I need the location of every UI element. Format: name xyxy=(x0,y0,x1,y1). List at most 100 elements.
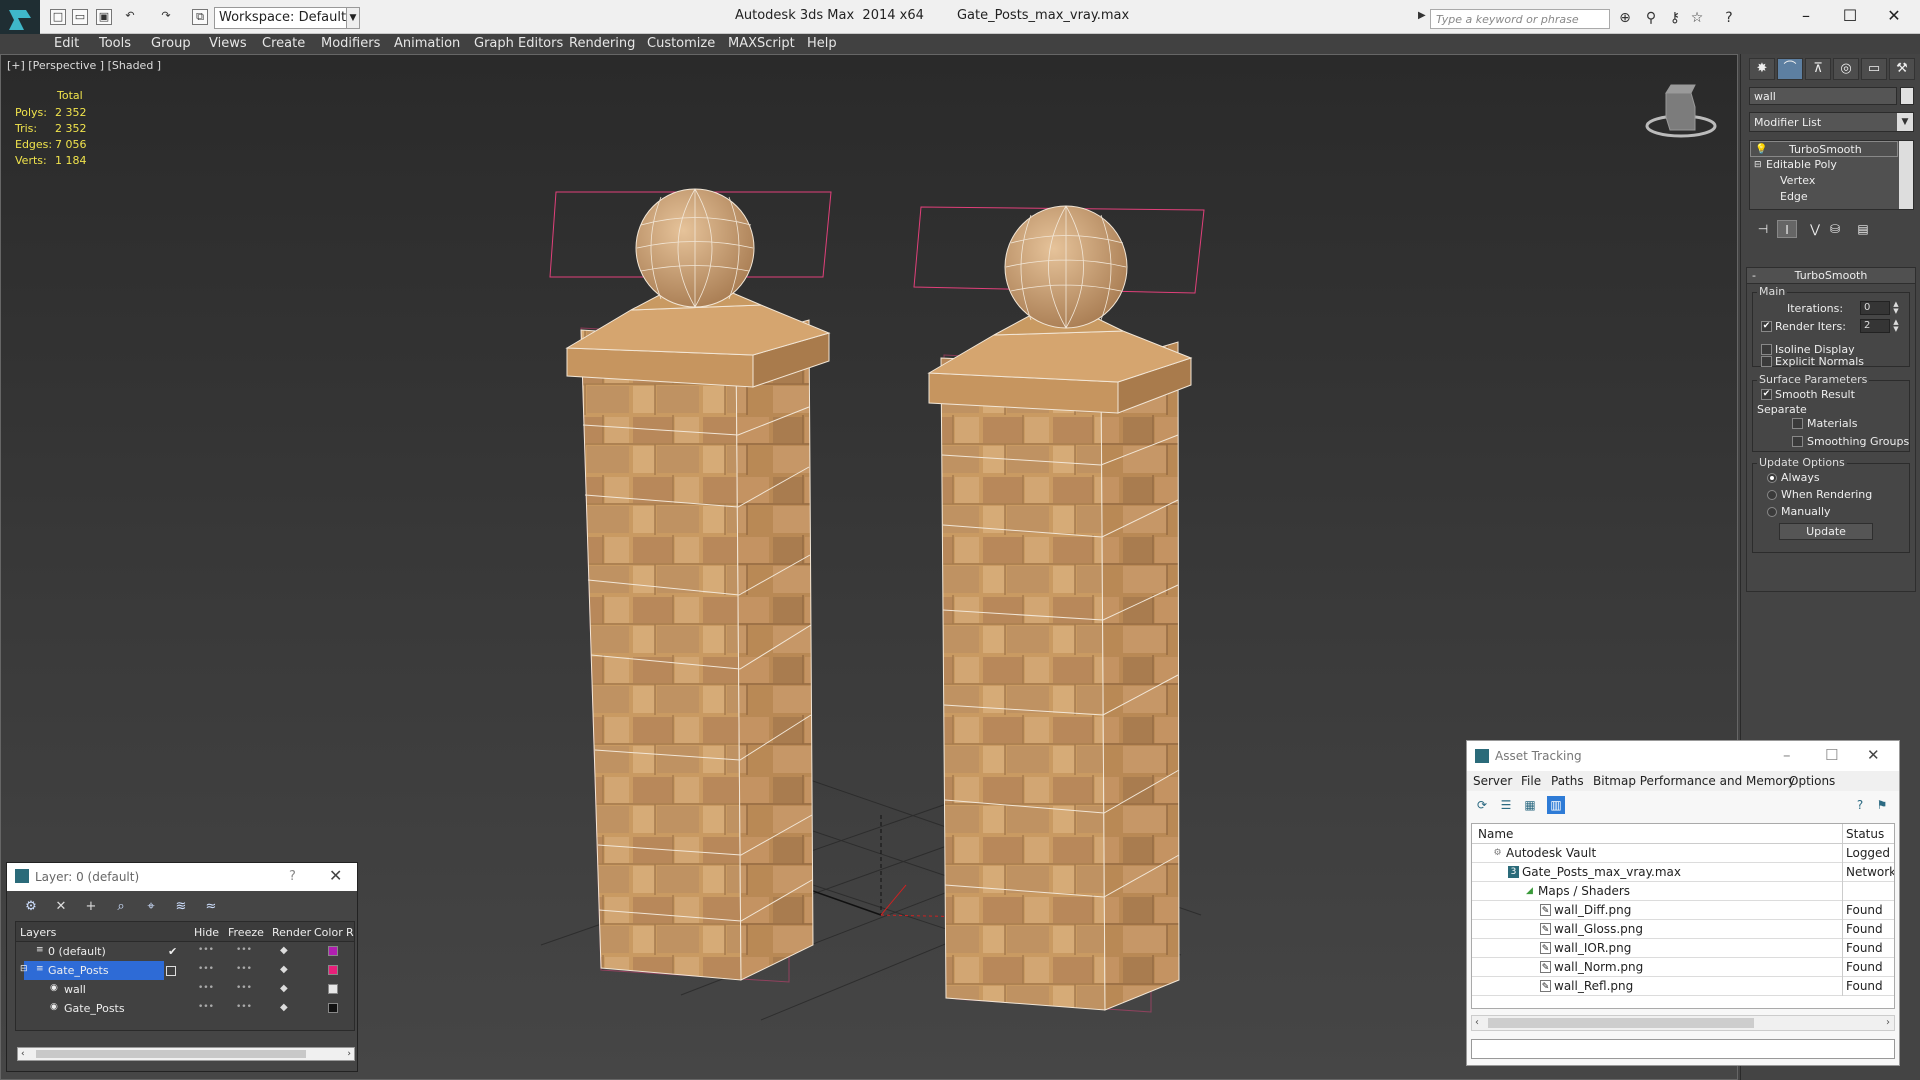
delete-layer-icon[interactable]: ✕ xyxy=(51,899,71,917)
object-color-swatch[interactable] xyxy=(1900,87,1914,105)
maximize-button[interactable]: ☐ xyxy=(1825,746,1838,764)
subscription-icon[interactable]: ⚲ xyxy=(1642,9,1660,27)
asset-path-field[interactable] xyxy=(1471,1039,1895,1059)
menu-options[interactable]: Options xyxy=(1789,774,1835,788)
menu-help[interactable]: Help xyxy=(807,36,837,51)
expand-minus-icon[interactable]: ⊟ xyxy=(20,964,28,974)
pin-stack-icon[interactable]: ⊣ xyxy=(1753,220,1773,238)
close-button[interactable]: ✕ xyxy=(1872,4,1916,28)
scroll-left-icon[interactable]: ‹ xyxy=(1475,1017,1479,1028)
menu-edit[interactable]: Edit xyxy=(54,36,79,51)
current-layer-check-icon[interactable]: ✔ xyxy=(168,945,177,958)
table-row[interactable]: ◉ Gate_Posts ••• ••• ◆ xyxy=(16,999,354,1018)
update-manually-radio[interactable] xyxy=(1767,507,1777,517)
column-header[interactable]: R xyxy=(346,926,354,939)
table-row[interactable]: ◢ Maps / Shaders xyxy=(1472,882,1894,901)
help-icon[interactable]: ? xyxy=(1720,9,1738,27)
freeze-toggle[interactable]: ••• xyxy=(236,964,252,974)
column-header[interactable]: Layers xyxy=(20,926,56,939)
favorites-star-icon[interactable]: ☆ xyxy=(1688,9,1706,27)
menu-create[interactable]: Create xyxy=(262,36,305,51)
table-row[interactable]: ✎ wall_Refl.png Found xyxy=(1472,977,1894,996)
menu-server[interactable]: Server xyxy=(1473,774,1512,788)
menu-tools[interactable]: Tools xyxy=(99,36,131,51)
column-header[interactable]: Status xyxy=(1846,827,1884,841)
configure-sets-icon[interactable]: ▤ xyxy=(1853,220,1873,238)
render-teapot-icon[interactable]: ◆ xyxy=(280,983,288,994)
menu-views[interactable]: Views xyxy=(209,36,247,51)
isoline-checkbox[interactable] xyxy=(1761,344,1772,355)
layer-color-swatch[interactable] xyxy=(328,946,338,956)
table-row[interactable]: ✎ wall_IOR.png Found xyxy=(1472,939,1894,958)
undo-icon[interactable]: ↶ xyxy=(122,9,138,25)
render-teapot-icon[interactable]: ◆ xyxy=(280,964,288,975)
table-row[interactable]: ✎ wall_Gloss.png Found xyxy=(1472,920,1894,939)
communication-icon[interactable]: ⚷ xyxy=(1666,9,1684,27)
redo-icon[interactable]: ↷ xyxy=(158,9,174,25)
hide-toggle[interactable]: ••• xyxy=(198,1002,214,1012)
table-row[interactable]: ⚙ Autodesk Vault Logged C xyxy=(1472,844,1894,863)
table-row[interactable]: ⊟ ≡ Gate_Posts ••• ••• ◆ xyxy=(16,961,354,980)
highlight-layer-icon[interactable]: ≋ xyxy=(171,899,191,917)
menu-paths[interactable]: Paths xyxy=(1551,774,1584,788)
stack-item-edge[interactable]: Edge xyxy=(1750,189,1898,205)
new-file-icon[interactable]: □ xyxy=(50,9,66,25)
context-help-icon[interactable]: ⚑ xyxy=(1873,796,1891,814)
motion-tab-icon[interactable]: ◎ xyxy=(1833,58,1859,80)
lightbulb-icon[interactable]: 💡 xyxy=(1755,142,1767,158)
make-unique-icon[interactable]: ⋁ xyxy=(1805,220,1825,238)
update-rendering-radio[interactable] xyxy=(1767,490,1777,500)
column-header[interactable]: Freeze xyxy=(228,926,264,939)
freeze-toggle[interactable]: ••• xyxy=(236,945,252,955)
table-view-icon[interactable]: ▥ xyxy=(1547,796,1565,814)
create-tab-icon[interactable]: ✸ xyxy=(1749,58,1775,80)
menu-bitmap-performance[interactable]: Bitmap Performance and Memory xyxy=(1593,774,1795,788)
asset-horizontal-scrollbar[interactable]: ‹ › xyxy=(1471,1015,1895,1031)
help-icon[interactable]: ? xyxy=(1851,796,1869,814)
menu-rendering[interactable]: Rendering xyxy=(569,36,635,51)
rollout-header[interactable]: - TurboSmooth xyxy=(1747,268,1915,284)
close-button[interactable]: ✕ xyxy=(1867,746,1880,764)
minimize-button[interactable]: – xyxy=(1784,4,1828,28)
menu-animation[interactable]: Animation xyxy=(394,36,460,51)
column-header[interactable]: Render xyxy=(272,926,311,939)
close-icon[interactable]: ✕ xyxy=(329,866,342,885)
remove-modifier-icon[interactable]: ⛁ xyxy=(1825,220,1845,238)
select-in-layer-icon[interactable]: ⌕ xyxy=(111,899,131,917)
select-layer-objects-icon[interactable]: ⌖ xyxy=(141,899,161,917)
smoothing-groups-checkbox[interactable] xyxy=(1792,436,1803,447)
workspace-dropdown[interactable]: Workspace: Default ▼ xyxy=(214,7,360,29)
save-icon[interactable]: ▣ xyxy=(96,9,112,25)
menu-maxscript[interactable]: MAXScript xyxy=(728,36,795,51)
column-header[interactable]: Hide xyxy=(194,926,219,939)
stack-scrollbar[interactable] xyxy=(1899,141,1913,209)
search-input[interactable]: Type a keyword or phrase xyxy=(1430,9,1610,29)
column-header[interactable]: Color xyxy=(314,926,343,939)
help-icon[interactable]: ? xyxy=(289,869,296,884)
scroll-left-icon[interactable]: ‹ xyxy=(21,1049,25,1059)
table-row[interactable]: ◉ wall ••• ••• ◆ xyxy=(16,980,354,999)
search-expand-icon[interactable]: ▶ xyxy=(1418,10,1426,21)
hide-toggle[interactable]: ••• xyxy=(198,945,214,955)
table-row[interactable]: 3 Gate_Posts_max_vray.max Network xyxy=(1472,863,1894,882)
show-end-result-icon[interactable]: Ⅰ xyxy=(1777,220,1797,238)
layer-explorer-titlebar[interactable]: Layer: 0 (default) ? ✕ xyxy=(7,863,357,891)
expand-minus-icon[interactable]: ⊟ xyxy=(1754,157,1762,173)
spinner-arrows-icon[interactable]: ▲ ▼ xyxy=(1892,319,1900,333)
list-view-icon[interactable]: ☰ xyxy=(1497,796,1515,814)
scroll-thumb[interactable] xyxy=(1488,1018,1754,1028)
freeze-toggle[interactable]: ••• xyxy=(236,983,252,993)
table-row[interactable]: ✎ wall_Diff.png Found xyxy=(1472,901,1894,920)
iterations-spinner[interactable]: 0 xyxy=(1860,301,1890,315)
menu-group[interactable]: Group xyxy=(151,36,191,51)
layer-color-swatch[interactable] xyxy=(328,965,338,975)
render-iters-checkbox[interactable]: ✔ xyxy=(1761,321,1772,332)
scroll-right-icon[interactable]: › xyxy=(347,1049,351,1059)
object-name-field[interactable]: wall xyxy=(1749,87,1897,105)
table-row[interactable]: ≡ 0 (default) ✔ ••• ••• ◆ xyxy=(16,942,354,961)
create-layer-icon[interactable]: + xyxy=(81,899,101,917)
menu-file[interactable]: File xyxy=(1521,774,1541,788)
modify-tab-icon[interactable]: ⌒ xyxy=(1777,58,1803,80)
materials-checkbox[interactable] xyxy=(1792,418,1803,429)
viewport-label[interactable]: [+] [Perspective ] [Shaded ] xyxy=(7,59,161,72)
